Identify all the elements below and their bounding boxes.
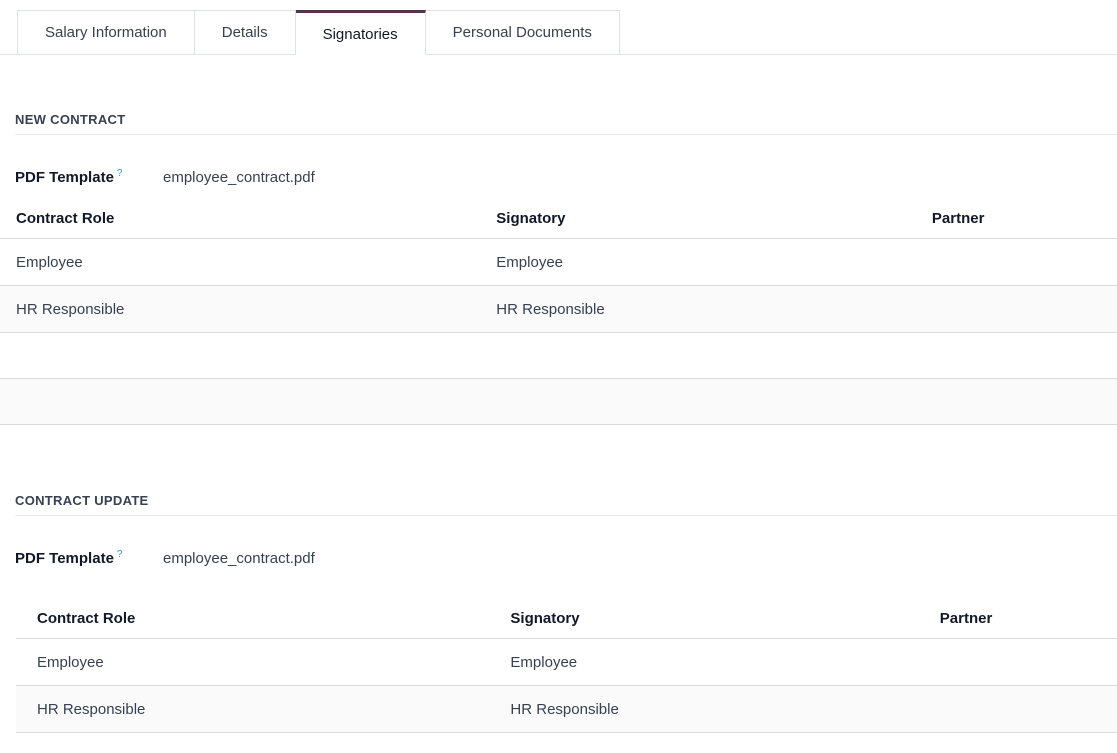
column-header-partner[interactable]: Partner (919, 610, 1117, 627)
table-empty-row (0, 379, 1117, 425)
column-header-signatory[interactable]: Signatory (480, 210, 916, 227)
cell-contract-role: Employee (0, 254, 480, 271)
table-empty-row (0, 333, 1117, 379)
column-header-contract-role[interactable]: Contract Role (0, 210, 480, 227)
column-header-signatory[interactable]: Signatory (489, 610, 918, 627)
cell-contract-role: Employee (16, 654, 489, 671)
table-row[interactable]: HR Responsible HR Responsible (16, 686, 1117, 733)
table-header-row: Contract Role Signatory Partner (16, 598, 1117, 639)
help-icon[interactable]: ? (117, 549, 123, 560)
section-title: CONTRACT UPDATE (15, 493, 1117, 516)
signatories-table: Contract Role Signatory Partner Employee… (16, 598, 1117, 733)
table-row[interactable]: HR Responsible HR Responsible (0, 286, 1117, 333)
pdf-template-label: PDF Template (15, 550, 114, 567)
pdf-template-label-wrap: PDF Template? (15, 168, 163, 188)
cell-contract-role: HR Responsible (0, 301, 480, 318)
cell-signatory: Employee (489, 654, 918, 671)
cell-signatory: Employee (480, 254, 916, 271)
column-header-partner[interactable]: Partner (916, 210, 1117, 227)
table-row[interactable]: Employee Employee (16, 639, 1117, 686)
tab-details[interactable]: Details (195, 10, 296, 55)
help-icon[interactable]: ? (117, 168, 123, 179)
tab-signatories[interactable]: Signatories (296, 10, 426, 55)
cell-signatory: HR Responsible (480, 301, 916, 318)
signatories-table: Contract Role Signatory Partner Employee… (0, 198, 1117, 425)
tab-personal-documents[interactable]: Personal Documents (426, 10, 620, 55)
pdf-template-value: employee_contract.pdf (163, 549, 315, 569)
pdf-template-label: PDF Template (15, 169, 114, 186)
section-new-contract: NEW CONTRACT PDF Template? employee_cont… (0, 112, 1117, 425)
pdf-template-label-wrap: PDF Template? (15, 549, 163, 569)
pdf-template-field: PDF Template? employee_contract.pdf (15, 168, 1117, 188)
tab-bar: Salary Information Details Signatories P… (0, 10, 1117, 55)
pdf-template-value: employee_contract.pdf (163, 168, 315, 188)
section-title: NEW CONTRACT (15, 112, 1117, 135)
cell-contract-role: HR Responsible (16, 701, 489, 718)
column-header-contract-role[interactable]: Contract Role (16, 610, 489, 627)
section-contract-update: CONTRACT UPDATE PDF Template? employee_c… (0, 493, 1117, 733)
table-row[interactable]: Employee Employee (0, 239, 1117, 286)
table-header-row: Contract Role Signatory Partner (0, 198, 1117, 239)
tab-salary-information[interactable]: Salary Information (17, 10, 195, 55)
pdf-template-field: PDF Template? employee_contract.pdf (15, 549, 1117, 569)
cell-signatory: HR Responsible (489, 701, 918, 718)
